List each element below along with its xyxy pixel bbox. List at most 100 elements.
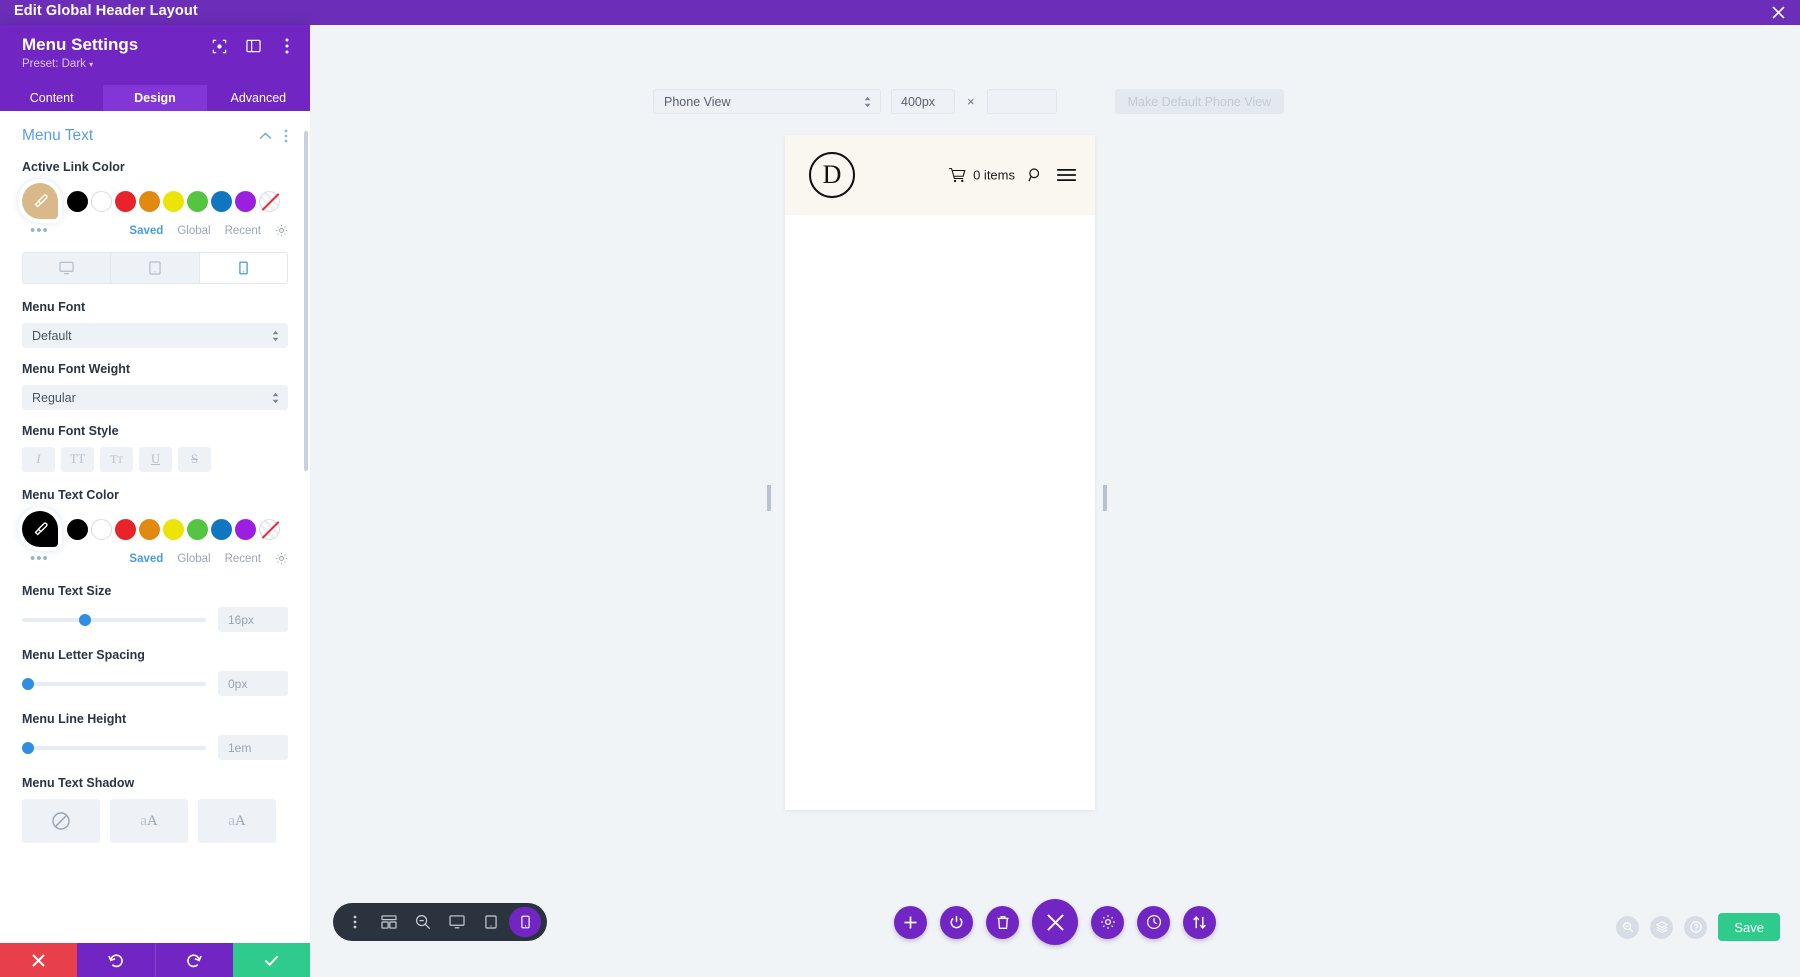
zoom-view-icon[interactable] — [407, 907, 439, 937]
view-mode-value: Phone View — [664, 94, 731, 109]
color-tab-recent[interactable]: Recent — [225, 553, 261, 565]
color-tab-saved[interactable]: Saved — [129, 553, 163, 565]
chevron-up-icon[interactable] — [259, 132, 272, 140]
swatch-white[interactable] — [91, 190, 112, 212]
swatch-white[interactable] — [91, 518, 112, 540]
viewport-height-input[interactable] — [986, 89, 1057, 114]
swatch-black[interactable] — [67, 190, 88, 212]
more-vertical-icon[interactable] — [278, 37, 296, 55]
slider-knob[interactable] — [78, 613, 91, 626]
search-icon[interactable] — [1028, 168, 1043, 183]
tab-design[interactable]: Design — [103, 85, 207, 111]
device-tab-desktop[interactable] — [23, 253, 112, 283]
panel-footer — [0, 943, 310, 977]
discard-changes-button[interactable] — [0, 943, 78, 977]
close-menu-button[interactable] — [1032, 899, 1078, 945]
history-button[interactable] — [1137, 905, 1170, 939]
font-style-italic-button[interactable]: I — [22, 447, 55, 472]
cart-link[interactable]: 0 items — [949, 168, 1015, 183]
swatch-yellow[interactable] — [163, 518, 184, 540]
menu-text-size-slider[interactable] — [22, 610, 206, 630]
view-mode-select[interactable]: Phone View — [653, 89, 881, 114]
font-style-underline-button[interactable]: U — [139, 447, 172, 472]
swatch-black[interactable] — [67, 518, 88, 540]
text-shadow-none-button[interactable] — [22, 799, 100, 843]
font-style-uppercase-button[interactable]: TT — [61, 447, 94, 472]
undo-button[interactable] — [77, 943, 155, 977]
gear-icon[interactable] — [275, 224, 288, 237]
menu-letter-spacing-input[interactable]: 0px — [218, 671, 288, 696]
trash-button[interactable] — [986, 905, 1019, 939]
text-shadow-soft-button[interactable]: aA — [110, 799, 188, 843]
add-module-button[interactable] — [894, 905, 927, 939]
redo-button[interactable] — [154, 943, 233, 977]
focus-icon[interactable] — [210, 37, 228, 55]
chevron-updown-icon — [272, 330, 279, 341]
wireframe-view-icon[interactable] — [373, 907, 405, 937]
menu-font-select[interactable]: Default — [22, 323, 288, 348]
color-tab-saved[interactable]: Saved — [129, 225, 163, 237]
active-link-color-label: Active Link Color — [22, 160, 125, 174]
power-toggle-button[interactable] — [940, 905, 973, 939]
menu-font-weight-select[interactable]: Regular — [22, 385, 288, 410]
menu-line-height-slider[interactable] — [21, 738, 206, 758]
phone-view-icon[interactable] — [509, 907, 541, 937]
device-tab-tablet[interactable] — [111, 253, 200, 283]
gear-icon[interactable] — [275, 552, 288, 565]
make-default-phone-view-button[interactable]: Make Default Phone View — [1114, 89, 1285, 114]
swatch-transparent[interactable] — [259, 518, 280, 540]
tablet-view-icon[interactable] — [475, 907, 507, 937]
portability-button[interactable] — [1183, 905, 1216, 939]
resize-handle-left[interactable] — [767, 485, 771, 511]
swatch-transparent[interactable] — [259, 190, 280, 212]
swatch-blue[interactable] — [211, 518, 232, 540]
menu-text-color-current[interactable] — [22, 511, 58, 547]
tab-advanced[interactable]: Advanced — [207, 85, 310, 111]
layout-panel-icon[interactable] — [244, 37, 262, 55]
slider-knob[interactable] — [21, 677, 34, 690]
settings-button[interactable] — [1091, 905, 1124, 939]
color-tab-global[interactable]: Global — [177, 553, 210, 565]
font-style-smallcaps-button[interactable]: TT — [100, 447, 133, 472]
swatch-green[interactable] — [187, 190, 208, 212]
menu-letter-spacing-slider[interactable] — [21, 674, 206, 694]
section-more-icon[interactable] — [284, 129, 288, 143]
viewport-width-input[interactable]: 400px — [891, 89, 955, 114]
menu-text-color-more-icon[interactable]: ••• — [22, 551, 49, 566]
font-style-strikethrough-button[interactable]: S — [178, 447, 211, 472]
preset-selector[interactable]: Preset: Dark ▾ — [22, 58, 93, 70]
resize-handle-right[interactable] — [1103, 485, 1107, 511]
save-button[interactable]: Save — [1718, 913, 1780, 941]
strikethrough-icon: S — [191, 452, 198, 466]
menu-text-size-input[interactable]: 16px — [218, 607, 288, 632]
site-logo[interactable]: D — [809, 152, 855, 198]
swatch-red[interactable] — [115, 190, 136, 212]
field-menu-text-shadow: Menu Text Shadow aA aA — [22, 760, 288, 843]
help-icon[interactable] — [1684, 915, 1708, 939]
desktop-view-icon[interactable] — [441, 907, 473, 937]
hamburger-icon[interactable] — [1056, 168, 1077, 183]
device-tab-phone[interactable] — [199, 253, 287, 283]
swatch-purple[interactable] — [235, 518, 256, 540]
text-shadow-hard-button[interactable]: aA — [198, 799, 276, 843]
swatch-orange[interactable] — [139, 518, 160, 540]
search-icon[interactable] — [1616, 915, 1640, 939]
swatch-orange[interactable] — [139, 190, 160, 212]
color-tab-global[interactable]: Global — [177, 225, 210, 237]
menu-line-height-input[interactable]: 1em — [218, 735, 288, 760]
active-link-color-more-icon[interactable]: ••• — [22, 223, 49, 238]
color-tab-recent[interactable]: Recent — [225, 225, 261, 237]
layers-icon[interactable] — [1650, 915, 1674, 939]
field-active-link-color: Active Link Color ••• Saved Global Recen… — [22, 151, 288, 238]
active-link-color-current[interactable] — [22, 183, 58, 219]
close-icon[interactable] — [1768, 2, 1788, 22]
slider-knob[interactable] — [21, 741, 34, 754]
apply-changes-button[interactable] — [232, 943, 310, 977]
swatch-red[interactable] — [115, 518, 136, 540]
tab-content[interactable]: Content — [0, 85, 103, 111]
swatch-blue[interactable] — [211, 190, 232, 212]
swatch-purple[interactable] — [235, 190, 256, 212]
swatch-yellow[interactable] — [163, 190, 184, 212]
drag-handle-icon[interactable] — [339, 907, 371, 937]
swatch-green[interactable] — [187, 518, 208, 540]
